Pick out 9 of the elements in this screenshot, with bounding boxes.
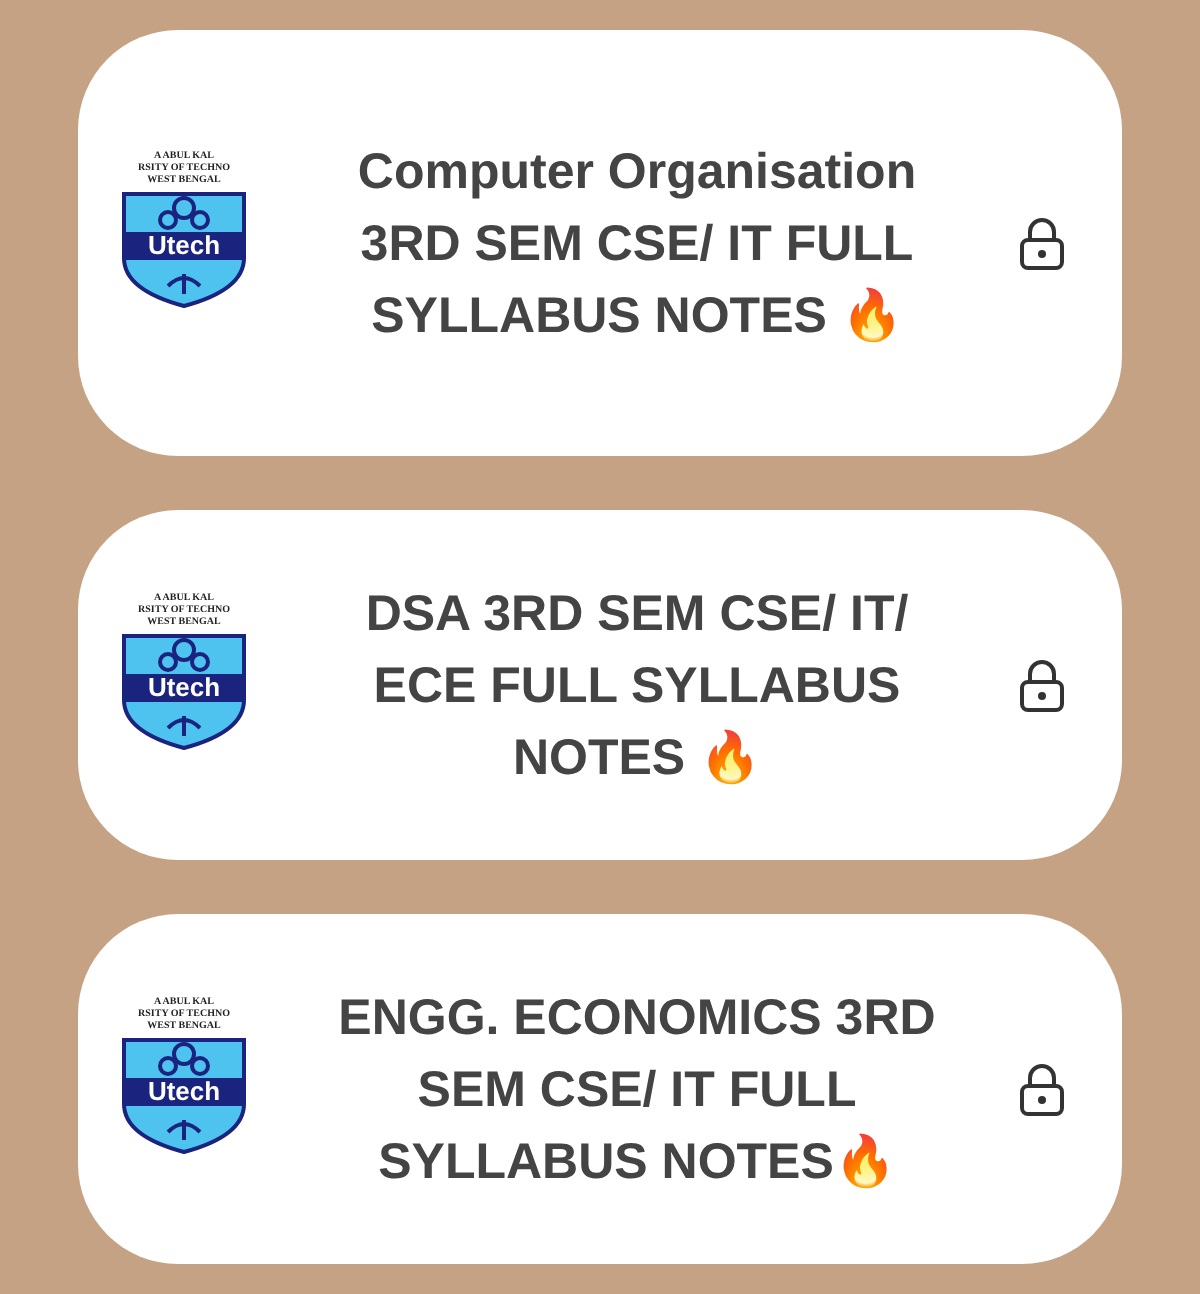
shield-logo-drawing [120, 631, 248, 751]
logo-text: Utech [147, 229, 221, 261]
note-title: DSA 3RD SEM CSE/ IT/ ECE FULL SYLLABUS NOTES 🔥 [363, 583, 911, 789]
logo-text: Utech [147, 671, 221, 703]
logo-text: Utech [147, 1075, 221, 1107]
shield-logo-drawing [120, 1035, 248, 1155]
shield-logo-drawing [120, 189, 248, 309]
note-title: ENGG. ECONOMICS 3RD SEM CSE/ IT FULL SYLLABUS NOTES🔥 [337, 987, 937, 1193]
note-title: Computer Organisation 3RD SEM CSE/ IT FULL SYLLABUS NOTES 🔥 [355, 141, 919, 347]
